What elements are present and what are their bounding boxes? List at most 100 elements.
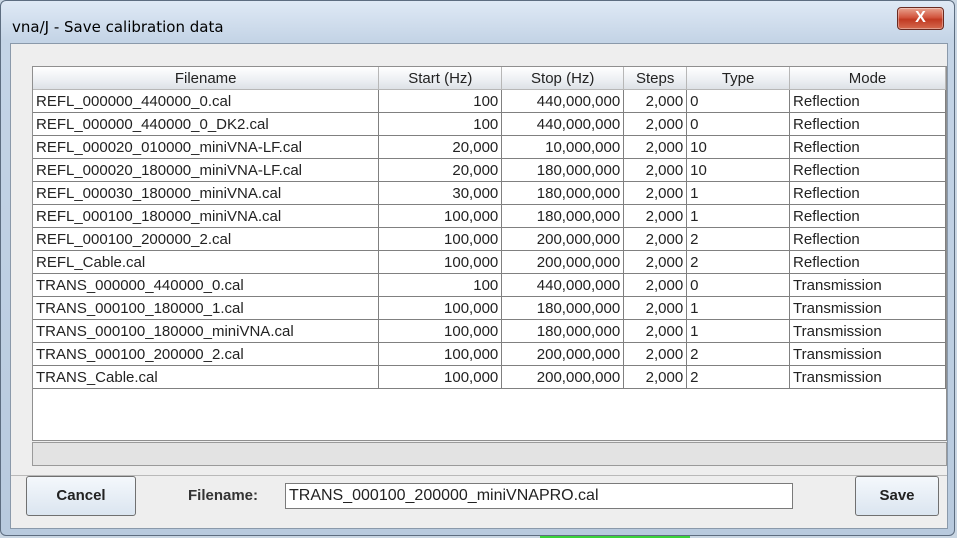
dialog-footer: Cancel Filename: Save <box>10 472 948 530</box>
cell-filename: TRANS_000100_180000_1.cal <box>33 296 380 320</box>
cell-steps: 2,000 <box>623 158 688 182</box>
title-bar[interactable]: vna/J - Save calibration data X <box>1 1 954 43</box>
table-row[interactable]: TRANS_000000_440000_0.cal 100 440,000,00… <box>33 273 946 297</box>
cell-steps: 2,000 <box>623 319 688 343</box>
cell-filename: TRANS_000100_180000_miniVNA.cal <box>33 319 380 343</box>
cell-start: 100,000 <box>378 365 503 389</box>
cell-mode: Transmission <box>789 342 946 366</box>
cell-mode: Reflection <box>789 158 946 182</box>
cell-type: 1 <box>686 296 791 320</box>
cell-type: 2 <box>686 250 791 274</box>
cell-filename: REFL_000000_440000_0.cal <box>33 89 380 113</box>
cell-mode: Transmission <box>789 273 946 297</box>
cell-steps: 2,000 <box>623 181 688 205</box>
cell-start: 20,000 <box>378 135 503 159</box>
cell-stop: 200,000,000 <box>501 250 625 274</box>
cell-type: 2 <box>686 227 791 251</box>
table-row[interactable]: REFL_000030_180000_miniVNA.cal 30,000 18… <box>33 181 946 205</box>
cell-steps: 2,000 <box>623 273 688 297</box>
cell-filename: TRANS_000100_200000_2.cal <box>33 342 380 366</box>
cell-start: 100,000 <box>378 204 503 228</box>
cell-mode: Transmission <box>789 319 946 343</box>
column-header-mode[interactable]: Mode <box>789 67 946 90</box>
table-row[interactable]: TRANS_000100_180000_miniVNA.cal 100,000 … <box>33 319 946 343</box>
save-button[interactable]: Save <box>855 476 939 516</box>
cell-steps: 2,000 <box>623 135 688 159</box>
cell-stop: 200,000,000 <box>501 227 625 251</box>
cell-mode: Reflection <box>789 112 946 136</box>
close-button[interactable]: X <box>897 7 944 30</box>
filename-label: Filename: <box>188 487 259 504</box>
cell-start: 100 <box>378 273 503 297</box>
cell-filename: REFL_000100_200000_2.cal <box>33 227 380 251</box>
table-row[interactable]: REFL_000100_200000_2.cal 100,000 200,000… <box>33 227 946 251</box>
cell-filename: REFL_000020_180000_miniVNA-LF.cal <box>33 158 380 182</box>
cell-mode: Reflection <box>789 135 946 159</box>
close-icon: X <box>915 9 926 26</box>
cancel-button[interactable]: Cancel <box>26 476 136 516</box>
cell-type: 0 <box>686 112 791 136</box>
cell-filename: REFL_000000_440000_0_DK2.cal <box>33 112 380 136</box>
cell-steps: 2,000 <box>623 112 688 136</box>
cell-steps: 2,000 <box>623 227 688 251</box>
cell-stop: 200,000,000 <box>501 342 625 366</box>
cell-stop: 180,000,000 <box>501 181 625 205</box>
cell-steps: 2,000 <box>623 365 688 389</box>
cell-start: 30,000 <box>378 181 503 205</box>
table-row[interactable]: REFL_000000_440000_0.cal 100 440,000,000… <box>33 89 946 113</box>
cell-start: 100 <box>378 112 503 136</box>
cell-mode: Transmission <box>789 296 946 320</box>
cell-type: 10 <box>686 158 791 182</box>
cell-type: 10 <box>686 135 791 159</box>
column-header-steps[interactable]: Steps <box>623 67 688 90</box>
cell-start: 20,000 <box>378 158 503 182</box>
cell-stop: 440,000,000 <box>501 89 625 113</box>
cell-steps: 2,000 <box>623 296 688 320</box>
cell-stop: 180,000,000 <box>501 319 625 343</box>
cell-stop: 180,000,000 <box>501 296 625 320</box>
cell-filename: TRANS_000000_440000_0.cal <box>33 273 380 297</box>
table-row[interactable]: REFL_000020_010000_miniVNA-LF.cal 20,000… <box>33 135 946 159</box>
cell-start: 100,000 <box>378 296 503 320</box>
cell-steps: 2,000 <box>623 204 688 228</box>
calibration-table-container: Filename Start (Hz) Stop (Hz) Steps Type… <box>32 66 947 441</box>
cell-mode: Reflection <box>789 227 946 251</box>
calibration-table: Filename Start (Hz) Stop (Hz) Steps Type… <box>33 67 946 389</box>
cell-start: 100,000 <box>378 319 503 343</box>
cell-type: 1 <box>686 204 791 228</box>
table-status-strip <box>32 442 947 466</box>
cell-steps: 2,000 <box>623 342 688 366</box>
cell-stop: 440,000,000 <box>501 273 625 297</box>
dialog-content: Filename Start (Hz) Stop (Hz) Steps Type… <box>10 43 948 529</box>
cell-mode: Reflection <box>789 250 946 274</box>
cell-mode: Reflection <box>789 89 946 113</box>
filename-input[interactable] <box>285 483 793 509</box>
cell-stop: 180,000,000 <box>501 204 625 228</box>
cell-type: 0 <box>686 89 791 113</box>
table-row[interactable]: REFL_000100_180000_miniVNA.cal 100,000 1… <box>33 204 946 228</box>
cell-start: 100,000 <box>378 250 503 274</box>
cell-type: 2 <box>686 342 791 366</box>
table-header-row: Filename Start (Hz) Stop (Hz) Steps Type… <box>33 67 946 90</box>
cell-stop: 200,000,000 <box>501 365 625 389</box>
cell-filename: REFL_000020_010000_miniVNA-LF.cal <box>33 135 380 159</box>
column-header-start[interactable]: Start (Hz) <box>378 67 503 90</box>
window-title: vna/J - Save calibration data <box>12 18 224 36</box>
column-header-type[interactable]: Type <box>686 67 791 90</box>
table-row[interactable]: TRANS_Cable.cal 100,000 200,000,000 2,00… <box>33 365 946 389</box>
cell-type: 0 <box>686 273 791 297</box>
cell-type: 1 <box>686 181 791 205</box>
cell-filename: REFL_000100_180000_miniVNA.cal <box>33 204 380 228</box>
table-row[interactable]: TRANS_000100_200000_2.cal 100,000 200,00… <box>33 342 946 366</box>
table-row[interactable]: TRANS_000100_180000_1.cal 100,000 180,00… <box>33 296 946 320</box>
table-row[interactable]: REFL_000000_440000_0_DK2.cal 100 440,000… <box>33 112 946 136</box>
cell-mode: Transmission <box>789 365 946 389</box>
cell-steps: 2,000 <box>623 89 688 113</box>
column-header-stop[interactable]: Stop (Hz) <box>501 67 625 90</box>
cell-filename: REFL_Cable.cal <box>33 250 380 274</box>
table-row[interactable]: REFL_Cable.cal 100,000 200,000,000 2,000… <box>33 250 946 274</box>
dialog-window: vna/J - Save calibration data X Filename… <box>0 0 955 536</box>
column-header-filename[interactable]: Filename <box>33 67 380 90</box>
cell-start: 100,000 <box>378 227 503 251</box>
table-row[interactable]: REFL_000020_180000_miniVNA-LF.cal 20,000… <box>33 158 946 182</box>
